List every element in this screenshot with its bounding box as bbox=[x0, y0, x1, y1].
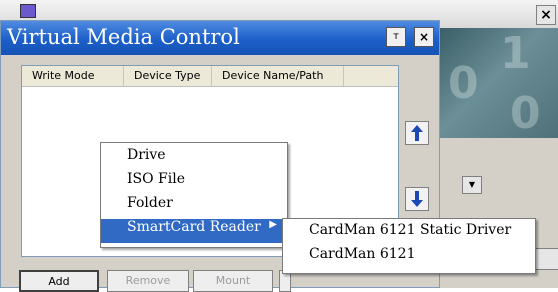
column-device-type[interactable]: Device Type bbox=[124, 66, 212, 86]
dialog-title-bar[interactable]: Virtual Media Control ᴛ × bbox=[1, 21, 439, 55]
submenu-item-cardman[interactable]: CardMan 6121 bbox=[283, 246, 533, 270]
arrow-down-icon bbox=[411, 191, 423, 207]
close-button[interactable]: × bbox=[414, 27, 434, 47]
menu-item-folder[interactable]: Folder bbox=[101, 195, 285, 219]
arrow-up-icon bbox=[411, 125, 423, 141]
add-button[interactable]: Add bbox=[19, 270, 99, 292]
background-dropdown-arrow[interactable]: ▼ bbox=[462, 176, 482, 194]
column-write-mode[interactable]: Write Mode bbox=[22, 66, 124, 86]
menu-item-smartcard-reader[interactable]: SmartCard Reader ▶ bbox=[101, 219, 285, 243]
dialog-title: Virtual Media Control bbox=[7, 25, 240, 49]
smartcard-submenu: CardMan 6121 Static Driver CardMan 6121 bbox=[282, 218, 536, 274]
background-close-button[interactable]: × bbox=[536, 5, 556, 25]
submenu-arrow-icon: ▶ bbox=[269, 219, 277, 230]
menu-item-smartcard-reader-label: SmartCard Reader bbox=[127, 219, 261, 235]
pin-button[interactable]: ᴛ bbox=[386, 27, 406, 47]
mount-button[interactable]: Mount bbox=[193, 270, 273, 292]
move-up-button[interactable] bbox=[405, 121, 429, 145]
background-banner-image: 0 1 0 bbox=[440, 28, 558, 138]
submenu-item-cardman-static-driver[interactable]: CardMan 6121 Static Driver bbox=[283, 222, 533, 246]
list-header: Write Mode Device Type Device Name/Path bbox=[22, 66, 398, 87]
add-context-menu: Drive ISO File Folder SmartCard Reader ▶ bbox=[100, 142, 288, 248]
menu-item-iso-file[interactable]: ISO File bbox=[101, 171, 285, 195]
app-icon bbox=[20, 4, 36, 18]
remove-button[interactable]: Remove bbox=[107, 270, 189, 292]
menu-item-drive[interactable]: Drive bbox=[101, 147, 285, 171]
move-down-button[interactable] bbox=[405, 187, 429, 211]
column-device-name-path[interactable]: Device Name/Path bbox=[212, 66, 344, 86]
